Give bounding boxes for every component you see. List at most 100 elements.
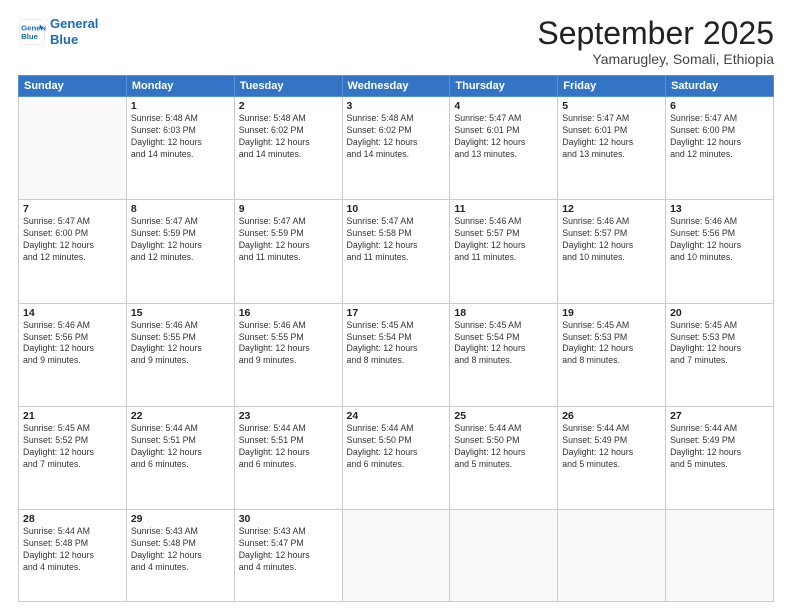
day-number: 12 (562, 203, 661, 215)
table-row: 24Sunrise: 5:44 AMSunset: 5:50 PMDayligh… (342, 406, 450, 509)
table-row: 20Sunrise: 5:45 AMSunset: 5:53 PMDayligh… (666, 303, 774, 406)
table-row: 28Sunrise: 5:44 AMSunset: 5:48 PMDayligh… (19, 510, 127, 602)
day-info: Sunrise: 5:47 AMSunset: 6:01 PMDaylight:… (562, 113, 661, 161)
col-thursday: Thursday (450, 76, 558, 97)
day-info: Sunrise: 5:47 AMSunset: 6:01 PMDaylight:… (454, 113, 553, 161)
month-title: September 2025 (537, 16, 774, 51)
day-info: Sunrise: 5:47 AMSunset: 6:00 PMDaylight:… (670, 113, 769, 161)
day-number: 28 (23, 513, 122, 525)
day-number: 25 (454, 410, 553, 422)
table-row: 6Sunrise: 5:47 AMSunset: 6:00 PMDaylight… (666, 97, 774, 200)
table-row: 10Sunrise: 5:47 AMSunset: 5:58 PMDayligh… (342, 200, 450, 303)
day-number: 8 (131, 203, 230, 215)
day-number: 7 (23, 203, 122, 215)
day-info: Sunrise: 5:47 AMSunset: 5:59 PMDaylight:… (239, 216, 338, 264)
table-row: 16Sunrise: 5:46 AMSunset: 5:55 PMDayligh… (234, 303, 342, 406)
table-row (450, 510, 558, 602)
table-row: 18Sunrise: 5:45 AMSunset: 5:54 PMDayligh… (450, 303, 558, 406)
day-info: Sunrise: 5:45 AMSunset: 5:54 PMDaylight:… (347, 320, 446, 368)
day-number: 9 (239, 203, 338, 215)
header: General Blue General Blue September 2025… (18, 16, 774, 67)
day-number: 13 (670, 203, 769, 215)
day-info: Sunrise: 5:44 AMSunset: 5:48 PMDaylight:… (23, 526, 122, 574)
day-number: 10 (347, 203, 446, 215)
day-info: Sunrise: 5:46 AMSunset: 5:56 PMDaylight:… (23, 320, 122, 368)
table-row: 12Sunrise: 5:46 AMSunset: 5:57 PMDayligh… (558, 200, 666, 303)
day-number: 15 (131, 307, 230, 319)
col-sunday: Sunday (19, 76, 127, 97)
day-number: 20 (670, 307, 769, 319)
day-number: 26 (562, 410, 661, 422)
day-number: 23 (239, 410, 338, 422)
table-row: 8Sunrise: 5:47 AMSunset: 5:59 PMDaylight… (126, 200, 234, 303)
day-number: 30 (239, 513, 338, 525)
table-row: 19Sunrise: 5:45 AMSunset: 5:53 PMDayligh… (558, 303, 666, 406)
col-monday: Monday (126, 76, 234, 97)
day-number: 29 (131, 513, 230, 525)
table-row: 1Sunrise: 5:48 AMSunset: 6:03 PMDaylight… (126, 97, 234, 200)
day-number: 5 (562, 100, 661, 112)
day-number: 27 (670, 410, 769, 422)
table-row: 5Sunrise: 5:47 AMSunset: 6:01 PMDaylight… (558, 97, 666, 200)
col-tuesday: Tuesday (234, 76, 342, 97)
logo: General Blue General Blue (18, 16, 98, 47)
day-info: Sunrise: 5:44 AMSunset: 5:51 PMDaylight:… (131, 423, 230, 471)
table-row: 3Sunrise: 5:48 AMSunset: 6:02 PMDaylight… (342, 97, 450, 200)
day-info: Sunrise: 5:44 AMSunset: 5:49 PMDaylight:… (562, 423, 661, 471)
logo-text2: Blue (50, 32, 98, 48)
table-row: 22Sunrise: 5:44 AMSunset: 5:51 PMDayligh… (126, 406, 234, 509)
day-info: Sunrise: 5:43 AMSunset: 5:48 PMDaylight:… (131, 526, 230, 574)
day-info: Sunrise: 5:46 AMSunset: 5:57 PMDaylight:… (454, 216, 553, 264)
day-info: Sunrise: 5:44 AMSunset: 5:50 PMDaylight:… (347, 423, 446, 471)
day-info: Sunrise: 5:46 AMSunset: 5:55 PMDaylight:… (239, 320, 338, 368)
logo-icon: General Blue (18, 18, 46, 46)
table-row: 21Sunrise: 5:45 AMSunset: 5:52 PMDayligh… (19, 406, 127, 509)
table-row: 15Sunrise: 5:46 AMSunset: 5:55 PMDayligh… (126, 303, 234, 406)
logo-text: General (50, 16, 98, 32)
calendar-header-row: Sunday Monday Tuesday Wednesday Thursday… (19, 76, 774, 97)
table-row: 23Sunrise: 5:44 AMSunset: 5:51 PMDayligh… (234, 406, 342, 509)
page: General Blue General Blue September 2025… (0, 0, 792, 612)
day-info: Sunrise: 5:47 AMSunset: 5:59 PMDaylight:… (131, 216, 230, 264)
day-info: Sunrise: 5:45 AMSunset: 5:52 PMDaylight:… (23, 423, 122, 471)
table-row: 13Sunrise: 5:46 AMSunset: 5:56 PMDayligh… (666, 200, 774, 303)
day-number: 22 (131, 410, 230, 422)
day-number: 16 (239, 307, 338, 319)
table-row: 14Sunrise: 5:46 AMSunset: 5:56 PMDayligh… (19, 303, 127, 406)
day-number: 2 (239, 100, 338, 112)
day-info: Sunrise: 5:44 AMSunset: 5:49 PMDaylight:… (670, 423, 769, 471)
day-info: Sunrise: 5:45 AMSunset: 5:53 PMDaylight:… (670, 320, 769, 368)
day-number: 17 (347, 307, 446, 319)
table-row: 7Sunrise: 5:47 AMSunset: 6:00 PMDaylight… (19, 200, 127, 303)
day-number: 19 (562, 307, 661, 319)
day-info: Sunrise: 5:47 AMSunset: 5:58 PMDaylight:… (347, 216, 446, 264)
table-row: 26Sunrise: 5:44 AMSunset: 5:49 PMDayligh… (558, 406, 666, 509)
table-row (19, 97, 127, 200)
location-subtitle: Yamarugley, Somali, Ethiopia (537, 51, 774, 67)
table-row: 30Sunrise: 5:43 AMSunset: 5:47 PMDayligh… (234, 510, 342, 602)
day-info: Sunrise: 5:43 AMSunset: 5:47 PMDaylight:… (239, 526, 338, 574)
table-row: 17Sunrise: 5:45 AMSunset: 5:54 PMDayligh… (342, 303, 450, 406)
table-row: 9Sunrise: 5:47 AMSunset: 5:59 PMDaylight… (234, 200, 342, 303)
table-row: 29Sunrise: 5:43 AMSunset: 5:48 PMDayligh… (126, 510, 234, 602)
day-info: Sunrise: 5:46 AMSunset: 5:57 PMDaylight:… (562, 216, 661, 264)
day-info: Sunrise: 5:48 AMSunset: 6:02 PMDaylight:… (239, 113, 338, 161)
day-number: 3 (347, 100, 446, 112)
day-info: Sunrise: 5:46 AMSunset: 5:55 PMDaylight:… (131, 320, 230, 368)
calendar-table: Sunday Monday Tuesday Wednesday Thursday… (18, 75, 774, 602)
table-row: 11Sunrise: 5:46 AMSunset: 5:57 PMDayligh… (450, 200, 558, 303)
table-row (666, 510, 774, 602)
day-number: 14 (23, 307, 122, 319)
day-number: 24 (347, 410, 446, 422)
day-info: Sunrise: 5:45 AMSunset: 5:54 PMDaylight:… (454, 320, 553, 368)
day-number: 6 (670, 100, 769, 112)
day-info: Sunrise: 5:48 AMSunset: 6:02 PMDaylight:… (347, 113, 446, 161)
day-info: Sunrise: 5:46 AMSunset: 5:56 PMDaylight:… (670, 216, 769, 264)
day-info: Sunrise: 5:44 AMSunset: 5:51 PMDaylight:… (239, 423, 338, 471)
day-info: Sunrise: 5:48 AMSunset: 6:03 PMDaylight:… (131, 113, 230, 161)
day-info: Sunrise: 5:44 AMSunset: 5:50 PMDaylight:… (454, 423, 553, 471)
svg-text:Blue: Blue (21, 32, 39, 41)
table-row: 2Sunrise: 5:48 AMSunset: 6:02 PMDaylight… (234, 97, 342, 200)
table-row (558, 510, 666, 602)
col-friday: Friday (558, 76, 666, 97)
